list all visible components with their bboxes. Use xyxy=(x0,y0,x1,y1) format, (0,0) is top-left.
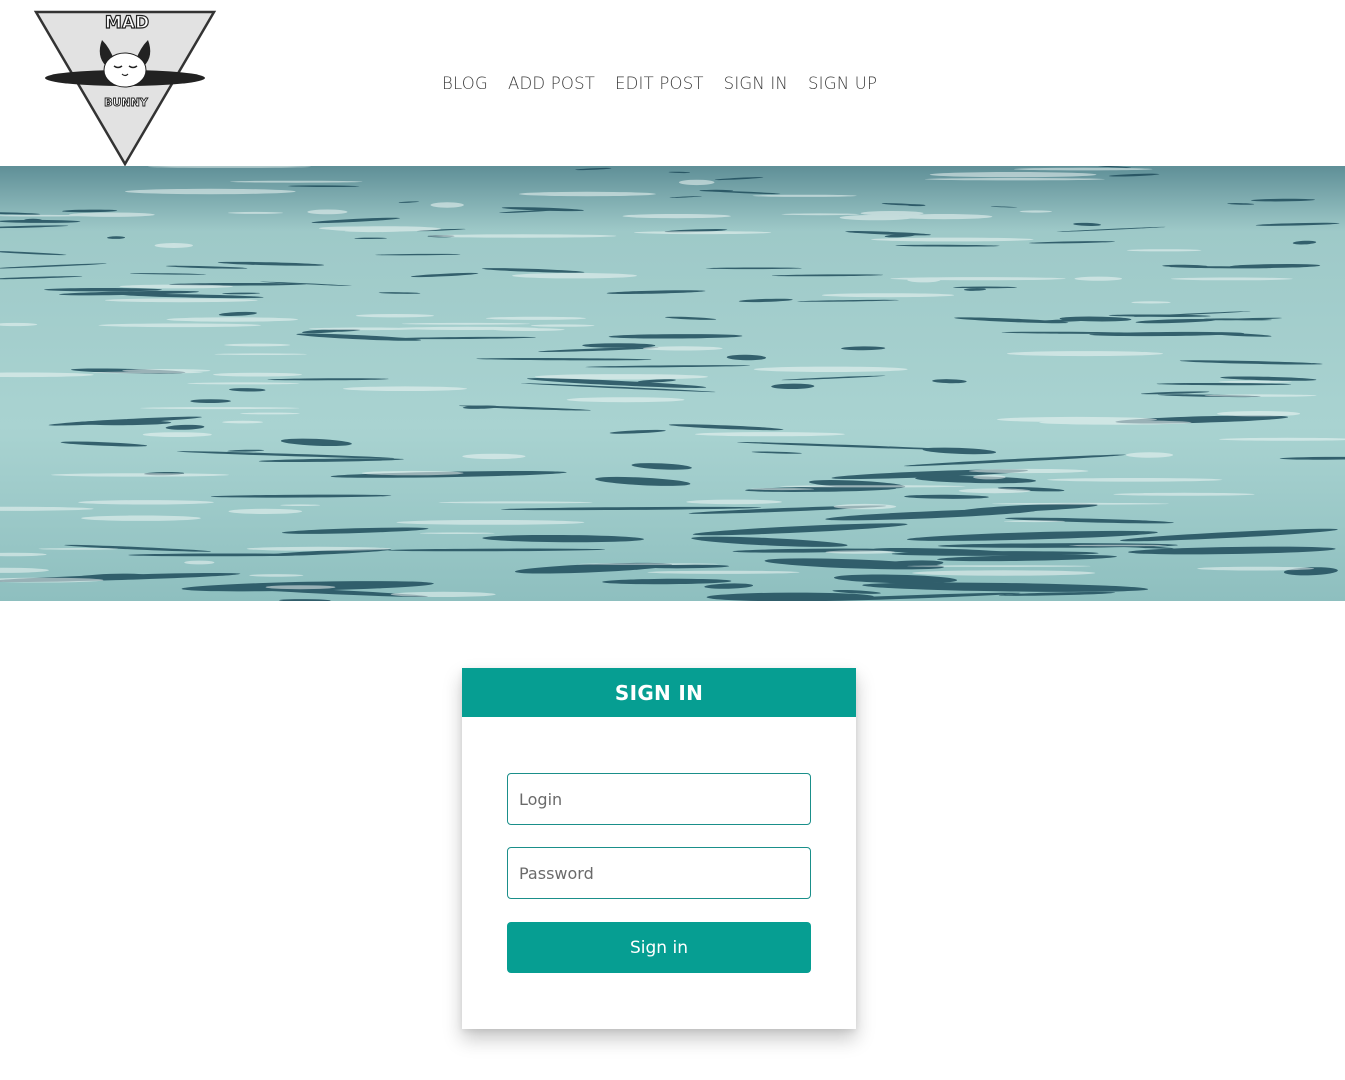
logo-bottom-text: BUNNY xyxy=(104,96,149,109)
signin-title: SIGN IN xyxy=(614,680,704,705)
site-header: MAD BUNNY BLOG ADD POST EDIT POST SIGN I… xyxy=(0,0,1345,168)
nav-sign-up[interactable]: SIGN UP xyxy=(808,74,877,93)
signin-card: SIGN IN Sign in xyxy=(462,668,856,1029)
hero-water-image xyxy=(0,166,1345,601)
password-input[interactable] xyxy=(507,847,811,899)
signin-card-header: SIGN IN xyxy=(462,668,856,717)
main-nav: BLOG ADD POST EDIT POST SIGN IN SIGN UP xyxy=(432,70,887,96)
nav-sign-in[interactable]: SIGN IN xyxy=(724,74,788,93)
site-logo[interactable]: MAD BUNNY xyxy=(30,0,222,168)
nav-add-post[interactable]: ADD POST xyxy=(508,74,595,93)
sign-in-button[interactable]: Sign in xyxy=(507,922,811,973)
logo-top-text: MAD xyxy=(105,13,149,33)
login-input[interactable] xyxy=(507,773,811,825)
nav-edit-post[interactable]: EDIT POST xyxy=(615,74,704,93)
nav-blog[interactable]: BLOG xyxy=(442,74,488,93)
